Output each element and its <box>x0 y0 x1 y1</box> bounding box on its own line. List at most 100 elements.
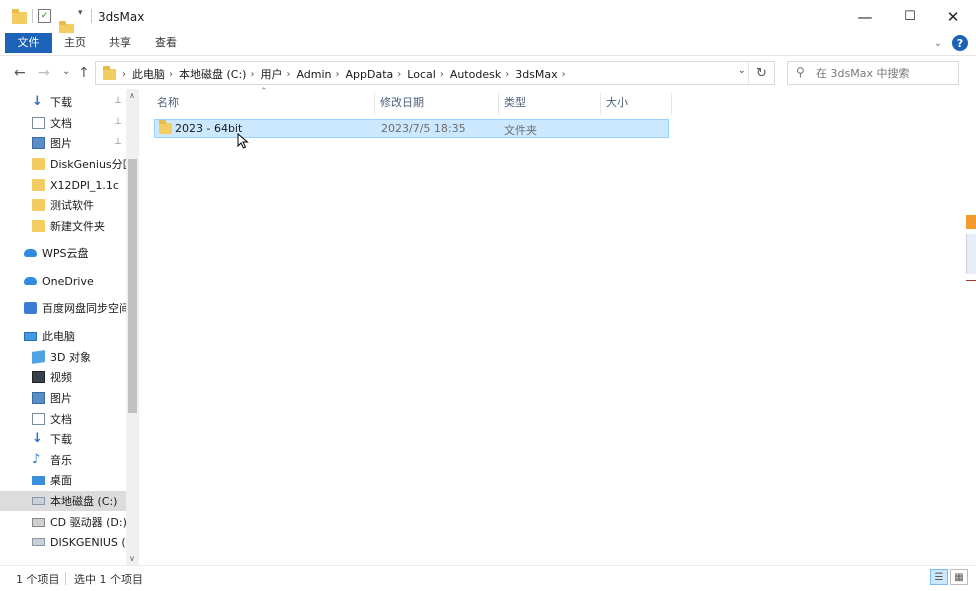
sidebar-item[interactable]: 本地磁盘 (C:) <box>0 491 126 511</box>
expand-ribbon-icon[interactable]: ⌄ <box>934 38 942 49</box>
chevron-right-icon[interactable]: › <box>286 69 290 80</box>
chevron-right-icon[interactable]: › <box>562 69 566 80</box>
sidebar-item[interactable]: OneDrive <box>0 271 126 291</box>
sidebar-item-label: 测试软件 <box>50 199 94 212</box>
sidebar-item[interactable]: X12DPI_1.1c <box>0 175 126 195</box>
sidebar-item[interactable]: 测试软件 <box>0 195 126 215</box>
sidebar-item[interactable]: DISKGENIUS (F <box>0 532 126 552</box>
forward-button[interactable]: → <box>38 65 50 81</box>
sidebar-item[interactable]: CD 驱动器 (D:) <box>0 512 126 532</box>
chevron-right-icon[interactable]: › <box>169 69 173 80</box>
breadcrumb-item[interactable]: Local <box>407 68 436 81</box>
chevron-right-icon[interactable]: › <box>505 69 509 80</box>
divider <box>91 9 92 23</box>
divider <box>65 572 66 585</box>
sidebar-item[interactable]: ♪ 音乐 <box>0 450 126 470</box>
tab-view[interactable]: 查看 <box>149 33 183 53</box>
breadcrumb-item[interactable]: 此电脑 <box>132 66 165 82</box>
3d-objects-icon <box>32 350 45 364</box>
tab-home[interactable]: 主页 <box>58 33 92 53</box>
up-button[interactable]: ↑ <box>78 65 90 81</box>
chevron-right-icon[interactable]: › <box>122 69 126 80</box>
back-button[interactable]: ← <box>14 65 26 81</box>
sidebar-item[interactable]: 文档 <box>0 409 126 429</box>
folder-icon <box>32 199 45 211</box>
recent-locations-button[interactable]: ⌄ <box>62 66 70 77</box>
sidebar-item[interactable]: 视频 <box>0 367 126 387</box>
sidebar-item-label: 下载 <box>50 433 72 446</box>
column-header-date[interactable]: 修改日期 <box>376 93 499 115</box>
tab-share[interactable]: 共享 <box>103 33 137 53</box>
baidu-netdisk-icon <box>24 302 37 314</box>
navigation-pane: ↓ 下载 ⊥ 文档 ⊥ 图片 ⊥ DiskGenius分区 X12DPI_1.1c 测试软件 新建文… <box>0 89 139 565</box>
properties-icon[interactable]: ✓ <box>38 9 51 23</box>
details-view-icon[interactable]: ☰ <box>930 569 948 585</box>
search-box[interactable]: ⚲ <box>787 61 959 85</box>
sidebar-item[interactable]: ↓ 下载 <box>0 429 126 449</box>
sidebar-item-label: 文档 <box>50 117 72 130</box>
refresh-button[interactable]: ↻ <box>748 62 774 84</box>
scroll-up-icon[interactable]: ∧ <box>129 91 135 100</box>
sidebar-item[interactable]: 文档 ⊥ <box>0 113 126 133</box>
minimize-button[interactable]: — <box>842 0 888 33</box>
sidebar-item-label: 百度网盘同步空间 <box>42 302 126 315</box>
sidebar-item[interactable]: 图片 ⊥ <box>0 133 126 153</box>
chevron-right-icon[interactable]: › <box>397 69 401 80</box>
sidebar-item-label: 新建文件夹 <box>50 220 105 233</box>
breadcrumb-item[interactable]: 本地磁盘 (C:) <box>179 66 246 82</box>
scrollbar-thumb[interactable] <box>128 159 137 413</box>
pin-icon: ⊥ <box>114 96 122 106</box>
status-bar: 1 个项目 选中 1 个项目 ☰ ▦ <box>0 565 976 591</box>
address-row: ← → ⌄ ↑ › 此电脑 › 本地磁盘 (C:) › 用户 › Admin › AppData ›… <box>0 55 976 89</box>
sidebar-item-label: 3D 对象 <box>50 351 91 364</box>
sidebar-item[interactable]: DiskGenius分区 <box>0 154 126 174</box>
address-bar[interactable]: › 此电脑 › 本地磁盘 (C:) › 用户 › Admin › AppData › Local › Au… <box>95 61 775 85</box>
breadcrumb-item[interactable]: AppData <box>346 68 394 81</box>
sidebar-item[interactable]: 3D 对象 <box>0 347 126 367</box>
table-row[interactable]: 2023 - 64bit 2023/7/5 18:35 文件夹 <box>154 119 669 138</box>
folder-icon <box>103 66 116 80</box>
sidebar-item[interactable]: WPS云盘 <box>0 243 126 263</box>
breadcrumb-item[interactable]: 用户 <box>260 66 282 82</box>
sidebar-item-label: 视频 <box>50 371 72 384</box>
chevron-down-icon[interactable]: ⌄ <box>738 65 746 76</box>
help-icon[interactable]: ? <box>952 35 968 51</box>
sort-ascending-icon: ⌃ <box>260 87 268 97</box>
column-header-type[interactable]: 类型 <box>500 93 601 115</box>
sidebar-item[interactable]: 百度网盘同步空间 <box>0 298 126 318</box>
sidebar-item[interactable]: 此电脑 <box>0 326 126 346</box>
sidebar-scrollbar[interactable]: ∧ ∨ <box>126 89 139 565</box>
sidebar-item[interactable]: 新建文件夹 <box>0 216 126 236</box>
close-button[interactable]: ✕ <box>930 0 976 33</box>
sidebar-item-label: 文档 <box>50 413 72 426</box>
sidebar-item[interactable]: 图片 <box>0 388 126 408</box>
scroll-down-icon[interactable]: ∨ <box>129 554 135 563</box>
drive-icon <box>32 497 45 505</box>
chevron-right-icon[interactable]: › <box>336 69 340 80</box>
pin-icon: ⊥ <box>114 137 122 147</box>
breadcrumb-item[interactable]: Admin <box>296 68 331 81</box>
item-count: 1 个项目 <box>16 573 60 586</box>
download-icon: ↓ <box>32 431 43 446</box>
folder-icon <box>32 158 45 170</box>
customize-toolbar-icon[interactable]: ▾ <box>78 8 83 18</box>
chevron-right-icon[interactable]: › <box>440 69 444 80</box>
column-header-size[interactable]: 大小 <box>602 93 672 115</box>
sidebar-item[interactable]: ↓ 下载 ⊥ <box>0 92 126 112</box>
large-icons-view-icon[interactable]: ▦ <box>950 569 968 585</box>
usb-drive-icon <box>32 538 45 546</box>
folder-icon <box>32 220 45 232</box>
maximize-button[interactable]: ☐ <box>887 0 933 33</box>
picture-icon <box>32 392 45 404</box>
folder-icon <box>32 179 45 191</box>
breadcrumb-item[interactable]: Autodesk <box>450 68 501 81</box>
breadcrumb-item[interactable]: 3dsMax <box>515 68 557 81</box>
chevron-right-icon[interactable]: › <box>250 69 254 80</box>
search-input[interactable] <box>816 65 954 81</box>
music-icon: ♪ <box>32 452 41 467</box>
sidebar-item-label: CD 驱动器 (D:) <box>50 516 126 529</box>
tab-file[interactable]: 文件 <box>5 33 52 53</box>
sidebar-item[interactable]: 桌面 <box>0 470 126 490</box>
search-icon: ⚲ <box>796 65 805 79</box>
wps-cloud-icon <box>24 249 37 257</box>
